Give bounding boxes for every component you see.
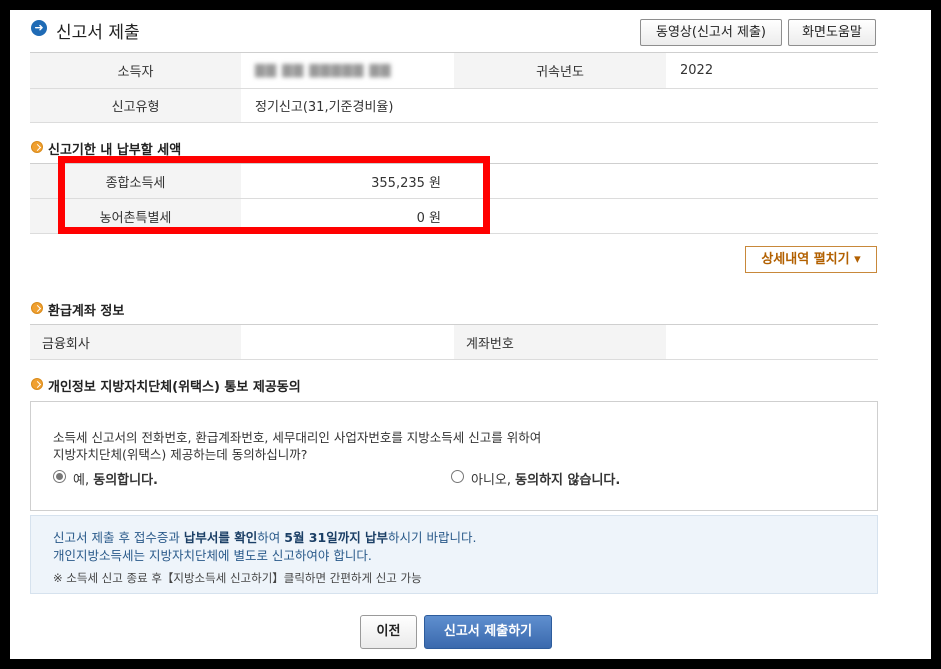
notice-text: 하여: [257, 530, 285, 545]
radio-yes[interactable]: [53, 470, 66, 483]
notice-line3: ※ 소득세 신고 종료 후【지방소득세 신고하기】클릭하면 간편하게 신고 가능: [53, 571, 422, 585]
table-row: 금융회사 계좌번호: [30, 325, 878, 360]
submit-button[interactable]: 신고서 제출하기: [424, 615, 552, 649]
refund-section-title: 환급계좌 정보: [48, 304, 125, 319]
page-title: 신고서 제출: [56, 23, 140, 43]
help-button[interactable]: 화면도움말: [788, 19, 876, 46]
taxpayer-label: 소득자: [30, 53, 241, 88]
prev-button[interactable]: 이전: [360, 615, 417, 649]
consent-question-line2: 지방자치단체(위택스) 제공하는데 동의하십니까?: [53, 447, 308, 462]
consent-box: 소득세 신고서의 전화번호, 환급계좌번호, 세무대리인 사업자번호를 지방소득…: [30, 401, 878, 511]
type-value: 정기신고(31,기준경비율): [255, 100, 394, 115]
section-bullet-icon: [31, 141, 43, 153]
year-label: 귀속년도: [454, 53, 666, 88]
notice-box: 신고서 제출 후 접수증과 납부서를 확인하여 5월 31일까지 납부하시기 바…: [30, 515, 878, 594]
table-row: 소득자 ▇▇ ▇▇ ▇▇▇▇▇ ▇▇ 귀속년도 2022: [30, 53, 878, 89]
notice-line1: 신고서 제출 후 접수증과 납부서를 확인하여 5월 31일까지 납부하시기 바…: [53, 527, 477, 546]
refund-table: 금융회사 계좌번호: [30, 324, 878, 360]
arrow-right-circle-icon: ➜: [31, 20, 47, 36]
info-table: 소득자 ▇▇ ▇▇ ▇▇▇▇▇ ▇▇ 귀속년도 2022 신고유형 정기신고(3…: [30, 52, 878, 123]
bank-label: 금융회사: [30, 325, 241, 359]
type-label: 신고유형: [30, 89, 241, 122]
account-field[interactable]: [666, 325, 878, 359]
bank-field[interactable]: [241, 325, 454, 359]
table-row: 신고유형 정기신고(31,기준경비율): [30, 89, 878, 123]
account-label: 계좌번호: [454, 325, 666, 359]
consent-no-label: 동의하지 않습니다.: [515, 473, 621, 488]
section-bullet-icon: [31, 378, 43, 390]
section-bullet-icon: [31, 302, 43, 314]
radio-no[interactable]: [451, 470, 464, 483]
consent-yes-option[interactable]: 예, 동의합니다.: [53, 469, 253, 488]
notice-text: 신고서 제출 후 접수증과: [53, 530, 184, 545]
consent-yes-prefix: 예,: [73, 473, 94, 488]
consent-yes-label: 동의합니다.: [93, 473, 158, 488]
expand-details-button[interactable]: 상세내역 펼치기 ▾: [745, 246, 877, 273]
year-value: 2022: [680, 63, 714, 78]
highlight-box: [58, 156, 490, 234]
consent-no-option[interactable]: 아니오, 동의하지 않습니다.: [451, 469, 671, 488]
consent-section-title: 개인정보 지방자치단체(위택스) 통보 제공동의: [48, 380, 301, 395]
video-button[interactable]: 동영상(신고서 제출): [640, 19, 782, 46]
notice-deadline: 5월 31일까지 납부: [284, 530, 389, 545]
notice-text: 하시기 바랍니다.: [388, 530, 477, 545]
taxpayer-value: ▇▇ ▇▇ ▇▇▇▇▇ ▇▇: [255, 63, 392, 78]
consent-no-prefix: 아니오,: [471, 473, 516, 488]
notice-emphasis: 납부서를 확인: [183, 530, 258, 545]
main-panel: ➜ 신고서 제출 동영상(신고서 제출) 화면도움말 소득자 ▇▇ ▇▇ ▇▇▇…: [10, 10, 931, 659]
notice-line2: 개인지방소득세는 지방자치단체에 별도로 신고하여야 합니다.: [53, 548, 372, 563]
